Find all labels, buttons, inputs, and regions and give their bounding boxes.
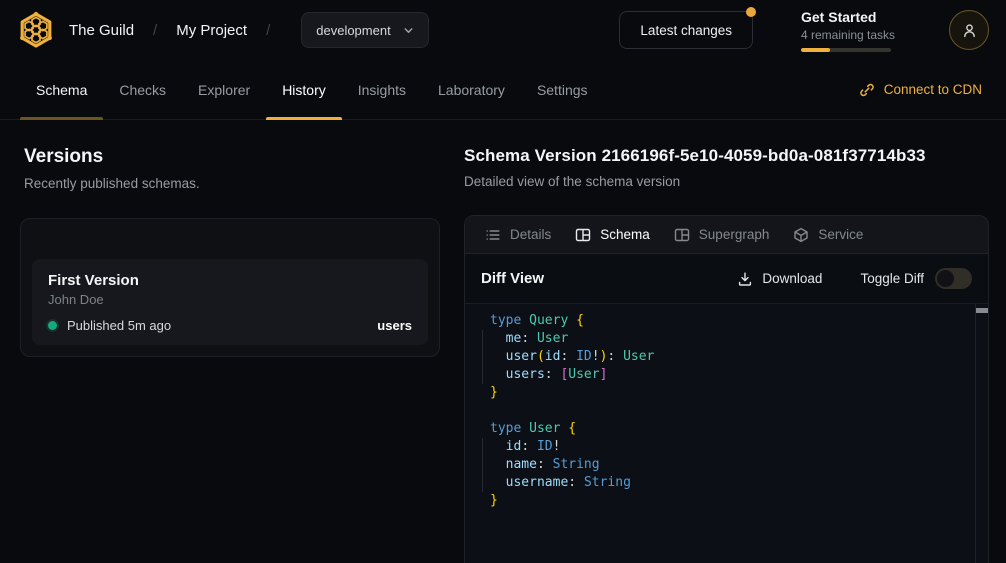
tab-checks[interactable]: Checks xyxy=(103,60,182,119)
tab-settings[interactable]: Settings xyxy=(521,60,604,119)
breadcrumb-separator: / xyxy=(153,22,157,39)
version-card[interactable]: First Version John Doe Published 5m ago … xyxy=(32,259,428,345)
latest-changes-label: Latest changes xyxy=(640,23,732,38)
tab-insights[interactable]: Insights xyxy=(342,60,422,119)
cube-icon xyxy=(793,227,809,243)
get-started-subtitle: 4 remaining tasks xyxy=(801,28,897,42)
toggle-knob xyxy=(937,270,954,287)
connect-to-cdn-label: Connect to CDN xyxy=(884,82,982,97)
breadcrumb-project[interactable]: My Project xyxy=(176,22,247,39)
versions-panel: Versions Recently published schemas. Fir… xyxy=(20,120,440,357)
user-avatar[interactable] xyxy=(949,10,989,50)
version-author: John Doe xyxy=(48,292,412,307)
app-header: The Guild / My Project / development Lat… xyxy=(0,0,1006,60)
get-started-progressbar xyxy=(801,48,891,52)
columns-icon xyxy=(674,227,690,243)
versions-list: First Version John Doe Published 5m ago … xyxy=(20,218,440,357)
version-status-row: Published 5m ago users xyxy=(48,318,412,333)
notification-dot xyxy=(746,7,756,17)
published-status-dot xyxy=(48,321,57,330)
tab-history[interactable]: History xyxy=(266,60,342,119)
chevron-down-icon xyxy=(401,23,416,38)
person-icon xyxy=(961,22,978,39)
breadcrumb-org[interactable]: The Guild xyxy=(69,22,134,39)
download-icon xyxy=(737,271,753,287)
version-service-name: users xyxy=(377,318,412,333)
schema-code-viewer[interactable]: type Query { me: User user(id: ID!): Use… xyxy=(465,304,988,563)
tab-supergraph[interactable]: Supergraph xyxy=(662,216,782,253)
tab-schema-view[interactable]: Schema xyxy=(563,216,662,253)
versions-title: Versions xyxy=(24,146,440,168)
indent-guide xyxy=(482,330,483,384)
hive-logo-icon[interactable] xyxy=(16,10,56,50)
tab-details[interactable]: Details xyxy=(473,216,563,253)
download-button[interactable]: Download xyxy=(737,271,822,287)
code-scrollbar[interactable] xyxy=(975,304,988,563)
code-block: type Query { me: User user(id: ID!): Use… xyxy=(490,312,968,510)
header-right: Latest changes Get Started 4 remaining t… xyxy=(619,9,989,52)
primary-nav: Schema Checks Explorer History Insights … xyxy=(0,60,1006,120)
target-dropdown-value: development xyxy=(316,23,390,38)
tab-service[interactable]: Service xyxy=(781,216,875,253)
download-label: Download xyxy=(762,271,822,286)
link-icon xyxy=(859,82,875,98)
columns-icon xyxy=(575,227,591,243)
main-content: Versions Recently published schemas. Fir… xyxy=(0,120,1006,563)
indent-guide xyxy=(482,438,483,492)
get-started-widget[interactable]: Get Started 4 remaining tasks xyxy=(801,9,897,52)
code-scrollbar-thumb[interactable] xyxy=(976,308,989,313)
tab-schema[interactable]: Schema xyxy=(20,60,103,119)
get-started-progress-fill xyxy=(801,48,830,52)
schema-version-detail-box: Details Schema xyxy=(464,215,989,563)
target-dropdown[interactable]: development xyxy=(301,12,428,48)
toggle-diff-switch[interactable] xyxy=(935,268,972,289)
tab-explorer[interactable]: Explorer xyxy=(182,60,266,119)
detail-tab-strip: Details Schema xyxy=(465,216,988,254)
toggle-diff-label: Toggle Diff xyxy=(860,271,924,286)
version-title: First Version xyxy=(48,272,412,289)
connect-to-cdn-button[interactable]: Connect to CDN xyxy=(859,82,982,98)
version-status: Published 5m ago xyxy=(67,318,171,333)
diff-view-header: Diff View Download Toggle Diff xyxy=(465,254,988,304)
schema-version-title: Schema Version 2166196f-5e10-4059-bd0a-0… xyxy=(464,146,989,166)
get-started-title: Get Started xyxy=(801,9,897,25)
breadcrumb-separator: / xyxy=(266,22,270,39)
diff-view-title: Diff View xyxy=(481,270,544,287)
schema-version-panel: Schema Version 2166196f-5e10-4059-bd0a-0… xyxy=(464,120,989,189)
latest-changes-button[interactable]: Latest changes xyxy=(619,11,753,49)
breadcrumb: The Guild / My Project / development xyxy=(56,12,429,48)
versions-subtitle: Recently published schemas. xyxy=(24,176,440,191)
tab-laboratory[interactable]: Laboratory xyxy=(422,60,521,119)
list-icon xyxy=(485,227,501,243)
schema-version-subtitle: Detailed view of the schema version xyxy=(464,174,989,189)
